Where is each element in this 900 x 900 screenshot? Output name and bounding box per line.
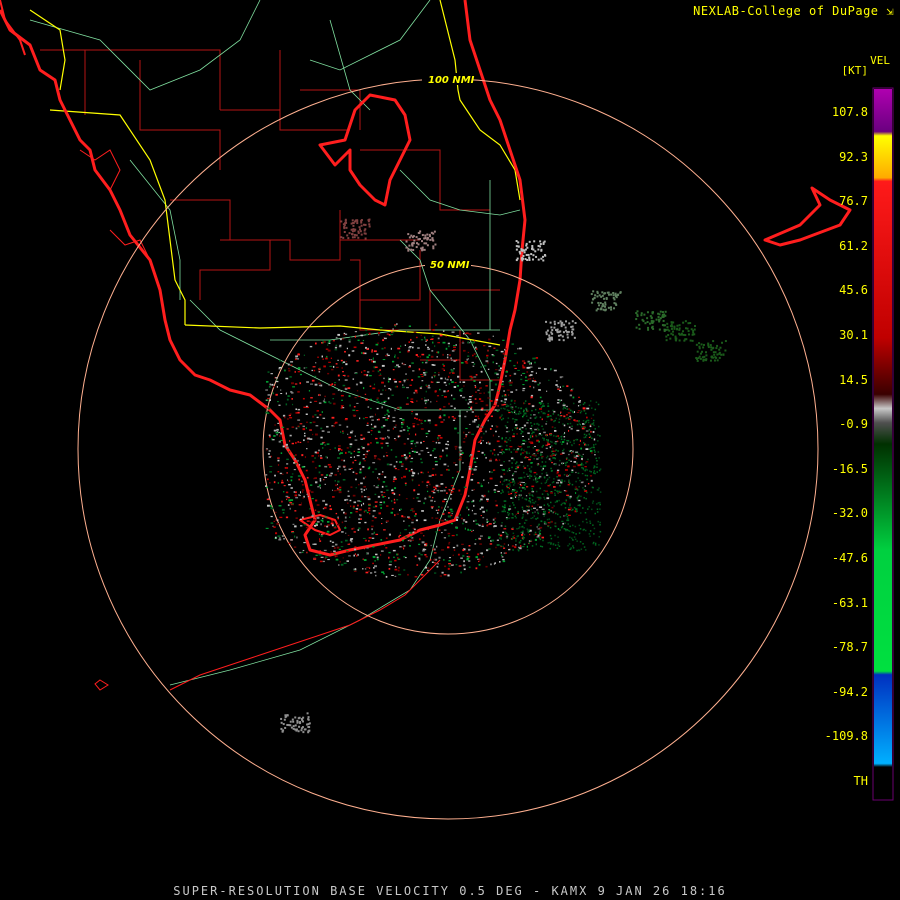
legend-label: -109.8 (824, 729, 868, 744)
state-lines (29, 0, 521, 346)
ring-label-50: 50 NMI (430, 260, 470, 271)
credit-label: NEXLAB-College of DuPage (693, 4, 879, 18)
legend-label: -0.9 (839, 417, 868, 432)
credit-text: NEXLAB-College of DuPage ⇲ (693, 4, 894, 18)
roads (29, 0, 521, 686)
product-caption: SUPER-RESOLUTION BASE VELOCITY 0.5 DEG -… (173, 884, 727, 898)
legend-label: -63.1 (831, 595, 868, 610)
county-lines (40, 49, 500, 381)
legend-label: 14.5 (839, 372, 868, 387)
arrow-corner-icon[interactable]: ⇲ (886, 4, 894, 18)
legend-label: -32.0 (831, 506, 868, 521)
legend-label: -78.7 (831, 640, 868, 655)
legend-label: 107.8 (831, 105, 868, 119)
legend-unit: [KT] (841, 64, 869, 77)
velocity-echoes (265, 218, 727, 734)
legend-label: TH (853, 774, 868, 788)
velocity-color-bar (872, 87, 894, 801)
radar-map: 50 NMI 100 NMI (0, 0, 894, 820)
legend-product: VEL (870, 54, 890, 67)
legend-label: 76.7 (839, 194, 868, 209)
legend-label: 45.6 (839, 283, 868, 298)
legend-label: -47.6 (831, 551, 868, 565)
legend-label: 61.2 (839, 238, 868, 253)
legend-label: -94.2 (831, 684, 868, 699)
legend-label: 92.3 (839, 149, 868, 164)
legend-label: 30.1 (839, 328, 868, 342)
ring-label-100: 100 NMI (428, 75, 475, 86)
legend-label: -16.5 (831, 461, 868, 476)
